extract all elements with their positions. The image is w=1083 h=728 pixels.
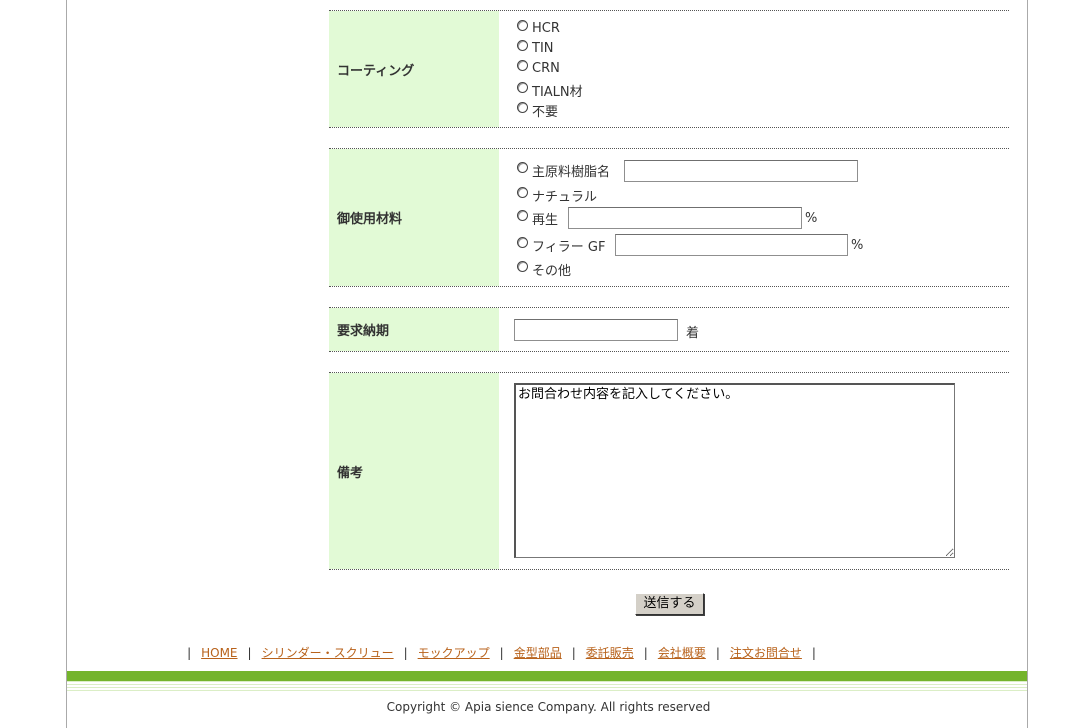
filler-percent-unit: % [851,238,864,253]
radio-button[interactable] [517,60,528,71]
footer-link-consignment[interactable]: 委託販売 [586,644,634,661]
footer-stripe [67,681,1027,693]
nav-separator: | [571,645,576,660]
footer-nav: | HOME | シリンダー・スクリュー | モックアップ | 金型部品 | 委… [0,644,1083,661]
deadline-cell: 着 [499,308,1009,351]
radio-button[interactable] [517,210,528,221]
remarks-textarea[interactable]: お問合わせ内容を記入してください。 [514,383,955,558]
radio-button[interactable] [517,40,528,51]
submit-button[interactable]: 送信する [635,593,704,615]
nav-separator: | [715,645,720,660]
radio-button[interactable] [517,82,528,93]
deadline-label: 要求納期 [329,308,499,351]
footer-link-home[interactable]: HOME [201,646,237,660]
nav-separator: | [811,645,816,660]
coating-option-none[interactable]: 不要 [517,101,558,120]
coating-option-crn[interactable]: CRN [517,60,560,76]
remarks-cell: お問合わせ内容を記入してください。 [499,373,1009,569]
radio-button[interactable] [517,20,528,31]
nav-separator: | [187,645,192,660]
recycled-percent-unit: % [805,211,818,226]
deadline-row: 要求納期 着 [329,307,1009,352]
material-option-recycled[interactable]: 再生 [517,209,558,228]
coating-option-hcr[interactable]: HCR [517,20,560,36]
resin-name-input[interactable] [624,160,858,182]
radio-button[interactable] [517,162,528,173]
nav-separator: | [403,645,408,660]
coating-row: コーティング HCR TIN CRN TIALN材 不要 [329,10,1009,128]
nav-separator: | [247,645,252,660]
recycled-percent-input[interactable] [568,207,802,229]
footer-link-company[interactable]: 会社概要 [658,644,706,661]
coating-option-tialn[interactable]: TIALN材 [517,81,583,100]
material-option-filler[interactable]: フィラー GF [517,236,605,255]
nav-separator: | [643,645,648,660]
material-option-natural[interactable]: ナチュラル [517,186,597,205]
footer-link-cylinder-screw[interactable]: シリンダー・スクリュー [262,644,394,661]
nav-separator: | [499,645,504,660]
radio-button[interactable] [517,261,528,272]
coating-label: コーティング [329,11,499,127]
coating-option-tin[interactable]: TIN [517,40,554,56]
footer-link-mold-parts[interactable]: 金型部品 [514,644,562,661]
radio-button[interactable] [517,102,528,113]
material-option-other[interactable]: その他 [517,260,571,279]
radio-button[interactable] [517,187,528,198]
coating-options: HCR TIN CRN TIALN材 不要 [499,11,1009,127]
material-option-resin[interactable]: 主原料樹脂名 [517,161,610,180]
deadline-suffix: 着 [686,326,700,341]
material-row: 御使用材料 主原料樹脂名 ナチュラル 再生 % フィラー GF % その他 [329,148,1009,287]
remarks-label: 備考 [329,373,499,569]
footer-link-mockup[interactable]: モックアップ [418,644,490,661]
filler-gf-percent-input[interactable] [615,234,848,256]
copyright-text: Copyright © Apia sience Company. All rig… [386,700,711,714]
material-label: 御使用材料 [329,149,499,286]
footer-link-order-inquiry[interactable]: 注文お問合せ [730,644,802,661]
deadline-input[interactable] [514,319,678,341]
radio-button[interactable] [517,237,528,248]
material-options: 主原料樹脂名 ナチュラル 再生 % フィラー GF % その他 [499,149,1009,286]
remarks-row: 備考 お問合わせ内容を記入してください。 [329,372,1009,570]
footer-green-bar [67,671,1027,681]
